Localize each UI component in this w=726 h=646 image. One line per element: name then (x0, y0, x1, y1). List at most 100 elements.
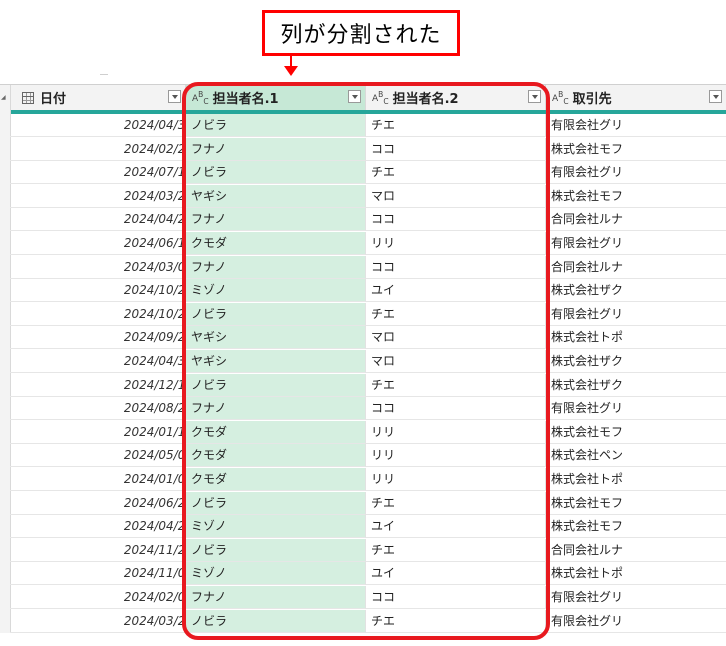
cell-date[interactable]: 2024/03/26 (10, 184, 186, 208)
cell-col3[interactable]: 株式会社モフ (546, 138, 726, 161)
cell-col2[interactable]: マロ (366, 350, 546, 373)
filter-dropdown-col3[interactable] (709, 90, 722, 103)
cell-col2[interactable]: マロ (366, 184, 546, 208)
cell-col2[interactable]: リリ (366, 232, 546, 255)
cell-date[interactable]: 2024/06/21 (10, 491, 186, 515)
cell-date[interactable]: 2024/09/23 (10, 326, 186, 350)
cell-col3[interactable]: 株式会社モフ (546, 421, 726, 444)
cell-date[interactable]: 2024/06/12 (10, 232, 186, 255)
cell-col1[interactable]: フナノ (186, 255, 366, 279)
cell-date[interactable]: 2024/01/14 (10, 420, 186, 444)
cell-col3[interactable]: 株式会社トポ (546, 326, 726, 350)
cell-col1[interactable]: ノビラ (186, 161, 366, 185)
cell-date[interactable]: 2024/02/23 (10, 137, 186, 161)
cell-col3[interactable]: 有限会社グリ (546, 610, 726, 633)
cell-col3[interactable]: 合同会社ルナ (546, 539, 726, 562)
cell-col2[interactable]: ココ (366, 255, 546, 279)
cell-col2[interactable]: チエ (366, 114, 546, 137)
cell-col1[interactable]: ノビラ (186, 609, 366, 633)
table-row[interactable]: 2024/11/06ミゾノユイ株式会社トポ (0, 562, 726, 586)
column-header-col2[interactable]: ABC 担当者名.2 (366, 85, 546, 110)
cell-date[interactable]: 2024/12/15 (10, 373, 186, 397)
table-row[interactable]: 2024/04/30ノビラチエ有限会社グリ (0, 114, 726, 137)
table-row[interactable]: 2024/03/22ノビラチエ有限会社グリ (0, 609, 726, 633)
corner-triangle-icon[interactable]: ◢ (1, 94, 6, 101)
cell-date[interactable]: 2024/10/20 (10, 279, 186, 303)
column-header-col1[interactable]: ABC 担当者名.1 (186, 85, 366, 110)
cell-col1[interactable]: ヤギシ (186, 326, 366, 350)
cell-col3[interactable]: 有限会社グリ (546, 161, 726, 185)
table-row[interactable]: 2024/02/01フナノココ有限会社グリ (0, 586, 726, 609)
cell-col2[interactable]: チエ (366, 538, 546, 562)
cell-col3[interactable]: 株式会社モフ (546, 515, 726, 539)
table-row[interactable]: 2024/10/20ミゾノユイ株式会社ザク (0, 279, 726, 303)
cell-col2[interactable]: ココ (366, 137, 546, 161)
cell-col2[interactable]: ユイ (366, 279, 546, 303)
table-row[interactable]: 2024/06/21ノビラチエ株式会社モフ (0, 491, 726, 515)
cell-col2[interactable]: チエ (366, 373, 546, 397)
cell-date[interactable]: 2024/04/24 (10, 515, 186, 539)
cell-date[interactable]: 2024/02/01 (10, 586, 186, 609)
cell-col1[interactable]: クモダ (186, 468, 366, 491)
cell-col2[interactable]: チエ (366, 302, 546, 326)
cell-date[interactable]: 2024/03/05 (10, 255, 186, 279)
cell-col1[interactable]: ヤギシ (186, 350, 366, 373)
cell-date[interactable]: 2024/01/08 (10, 468, 186, 491)
cell-col1[interactable]: フナノ (186, 397, 366, 421)
cell-col2[interactable]: ココ (366, 586, 546, 609)
cell-col1[interactable]: ノビラ (186, 373, 366, 397)
cell-col2[interactable]: リリ (366, 444, 546, 468)
table-row[interactable]: 2024/04/24ミゾノユイ株式会社モフ (0, 515, 726, 539)
cell-col2[interactable]: ココ (366, 208, 546, 232)
cell-col1[interactable]: フナノ (186, 586, 366, 609)
cell-col3[interactable]: 株式会社ザク (546, 374, 726, 397)
cell-date[interactable]: 2024/04/30 (10, 114, 186, 137)
filter-dropdown-col2[interactable] (528, 90, 541, 103)
column-header-col3[interactable]: ABC 取引先 (546, 85, 726, 110)
table-row[interactable]: 2024/05/05クモダリリ株式会社ペン (0, 444, 726, 468)
cell-date[interactable]: 2024/10/21 (10, 302, 186, 326)
cell-col2[interactable]: ユイ (366, 515, 546, 539)
cell-col1[interactable]: クモダ (186, 444, 366, 468)
cell-date[interactable]: 2024/11/20 (10, 538, 186, 562)
cell-col2[interactable]: リリ (366, 468, 546, 491)
cell-col2[interactable]: チエ (366, 161, 546, 185)
cell-col3[interactable]: 有限会社グリ (546, 303, 726, 326)
cell-col2[interactable]: ユイ (366, 562, 546, 586)
cell-col1[interactable]: ノビラ (186, 114, 366, 137)
table-row[interactable]: 2024/08/24フナノココ有限会社グリ (0, 397, 726, 421)
cell-date[interactable]: 2024/04/30 (10, 350, 186, 373)
cell-date[interactable]: 2024/08/24 (10, 397, 186, 421)
cell-col1[interactable]: フナノ (186, 137, 366, 161)
cell-col3[interactable]: 有限会社グリ (546, 586, 726, 609)
table-row[interactable]: 2024/06/12クモダリリ有限会社グリ (0, 232, 726, 255)
cell-col2[interactable]: チエ (366, 609, 546, 633)
cell-date[interactable]: 2024/07/13 (10, 161, 186, 185)
cell-col2[interactable]: チエ (366, 491, 546, 515)
cell-col3[interactable]: 株式会社ザク (546, 279, 726, 303)
table-row[interactable]: 2024/01/08クモダリリ株式会社トポ (0, 468, 726, 491)
table-row[interactable]: 2024/04/30ヤギシマロ株式会社ザク (0, 350, 726, 373)
cell-col1[interactable]: ノビラ (186, 302, 366, 326)
cell-date[interactable]: 2024/05/05 (10, 444, 186, 468)
cell-col3[interactable]: 有限会社グリ (546, 114, 726, 137)
cell-col3[interactable]: 株式会社モフ (546, 492, 726, 515)
cell-date[interactable]: 2024/04/25 (10, 208, 186, 232)
cell-col1[interactable]: フナノ (186, 208, 366, 232)
cell-col3[interactable]: 株式会社ザク (546, 350, 726, 373)
filter-dropdown-col1[interactable] (348, 90, 361, 103)
table-row[interactable]: 2024/03/26ヤギシマロ株式会社モフ (0, 184, 726, 208)
cell-col1[interactable]: ミゾノ (186, 515, 366, 539)
cell-col3[interactable]: 合同会社ルナ (546, 208, 726, 232)
cell-col1[interactable]: ノビラ (186, 491, 366, 515)
cell-col1[interactable]: ミゾノ (186, 279, 366, 303)
cell-col3[interactable]: 株式会社トポ (546, 562, 726, 586)
cell-col3[interactable]: 有限会社グリ (546, 232, 726, 255)
cell-col1[interactable]: クモダ (186, 420, 366, 444)
table-row[interactable]: 2024/09/23ヤギシマロ株式会社トポ (0, 326, 726, 350)
table-row[interactable]: 2024/10/21ノビラチエ有限会社グリ (0, 302, 726, 326)
table-row[interactable]: 2024/12/15ノビラチエ株式会社ザク (0, 373, 726, 397)
cell-date[interactable]: 2024/03/22 (10, 609, 186, 633)
table-row[interactable]: 2024/07/13ノビラチエ有限会社グリ (0, 161, 726, 185)
cell-col3[interactable]: 株式会社ペン (546, 444, 726, 468)
